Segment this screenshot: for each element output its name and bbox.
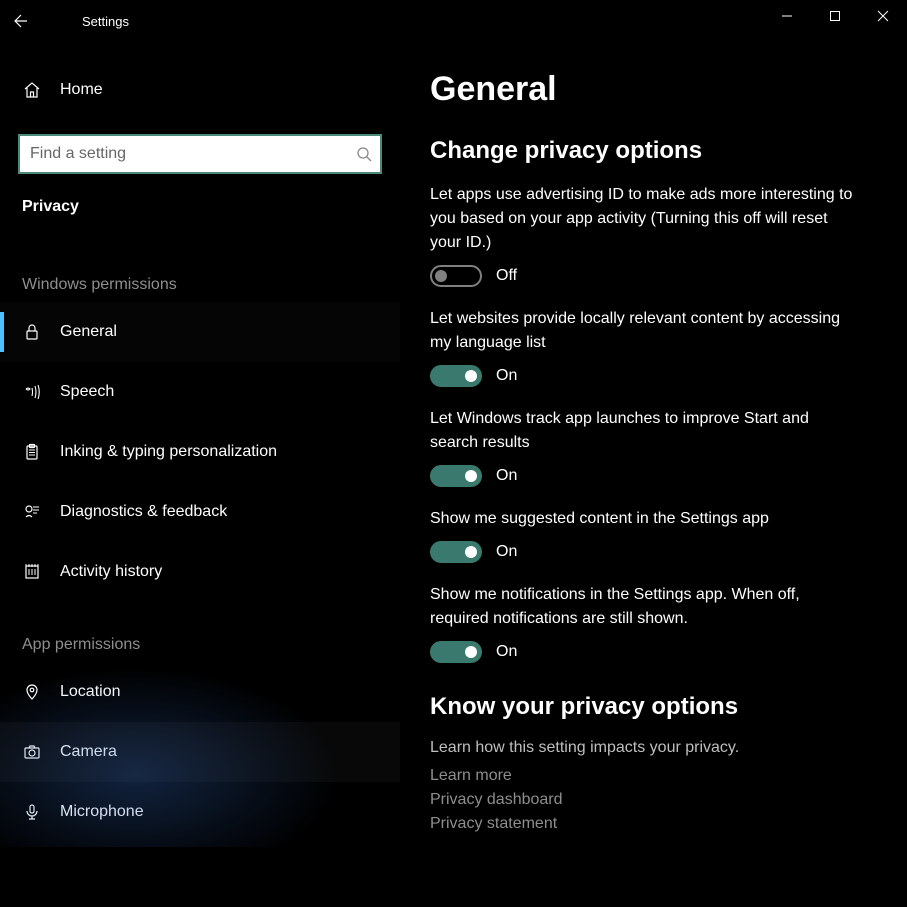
setting-language-list: Let websites provide locally relevant co… [430, 307, 877, 387]
toggle-notifications[interactable] [430, 641, 482, 663]
page-title: General [430, 70, 877, 109]
sidebar-item-inking[interactable]: Inking & typing personalization [0, 422, 400, 482]
setting-app-launches: Let Windows track app launches to improv… [430, 407, 877, 487]
know-subtext: Learn how this setting impacts your priv… [430, 739, 877, 757]
home-button[interactable]: Home [0, 60, 400, 120]
setting-notifications: Show me notifications in the Settings ap… [430, 583, 877, 663]
sidebar-item-diagnostics[interactable]: Diagnostics & feedback [0, 482, 400, 542]
setting-description: Show me suggested content in the Setting… [430, 507, 860, 531]
section-heading-know: Know your privacy options [430, 693, 877, 721]
toggle-state-label: On [496, 643, 517, 661]
section-heading-privacy: Change privacy options [430, 137, 877, 165]
titlebar: Settings [0, 0, 907, 42]
category-heading: Privacy [0, 188, 400, 236]
know-privacy-section: Know your privacy options Learn how this… [430, 693, 877, 833]
setting-description: Show me notifications in the Settings ap… [430, 583, 860, 631]
microphone-icon [22, 802, 42, 822]
link-learn-more[interactable]: Learn more [430, 767, 877, 785]
toggle-state-label: Off [496, 267, 517, 285]
sidebar-item-speech[interactable]: Speech [0, 362, 400, 422]
toggle-language-list[interactable] [430, 365, 482, 387]
maximize-icon [829, 10, 841, 22]
setting-description: Let apps use advertising ID to make ads … [430, 183, 860, 255]
group-app-permissions: App permissions [0, 626, 400, 662]
sidebar-item-microphone[interactable]: Microphone [0, 782, 400, 842]
toggle-state-label: On [496, 367, 517, 385]
feedback-icon [22, 502, 42, 522]
link-privacy-statement[interactable]: Privacy statement [430, 815, 877, 833]
search-icon [356, 146, 372, 162]
sidebar-item-location[interactable]: Location [0, 662, 400, 722]
sidebar-item-label: Inking & typing personalization [60, 443, 277, 461]
clipboard-icon [22, 442, 42, 462]
setting-description: Let websites provide locally relevant co… [430, 307, 860, 355]
arrow-left-icon [13, 13, 29, 29]
close-icon [877, 10, 889, 22]
sidebar-item-label: Microphone [60, 803, 144, 821]
activity-icon [22, 562, 42, 582]
back-button[interactable] [0, 0, 42, 42]
sidebar-item-general[interactable]: General [0, 302, 400, 362]
window-controls [763, 0, 907, 32]
content: General Change privacy options Let apps … [400, 42, 907, 907]
lock-icon [22, 322, 42, 342]
sidebar-item-label: General [60, 323, 117, 341]
sidebar-item-label: Activity history [60, 563, 162, 581]
toggle-advertising-id[interactable] [430, 265, 482, 287]
minimize-button[interactable] [763, 0, 811, 32]
link-privacy-dashboard[interactable]: Privacy dashboard [430, 791, 877, 809]
sidebar-item-label: Location [60, 683, 121, 701]
setting-advertising-id: Let apps use advertising ID to make ads … [430, 183, 877, 287]
window-title: Settings [82, 14, 129, 29]
body: Home Privacy Windows permissions General [0, 42, 907, 907]
sidebar: Home Privacy Windows permissions General [0, 42, 400, 907]
close-button[interactable] [859, 0, 907, 32]
toggle-suggested-content[interactable] [430, 541, 482, 563]
home-label: Home [60, 81, 103, 99]
speech-icon [22, 382, 42, 402]
minimize-icon [781, 10, 793, 22]
maximize-button[interactable] [811, 0, 859, 32]
setting-suggested-content: Show me suggested content in the Setting… [430, 507, 877, 563]
search-input[interactable] [18, 134, 382, 174]
sidebar-item-label: Camera [60, 743, 117, 761]
search-wrap [18, 134, 382, 174]
location-icon [22, 682, 42, 702]
group-windows-permissions: Windows permissions [0, 266, 400, 302]
sidebar-item-label: Diagnostics & feedback [60, 503, 227, 521]
settings-window: Settings Home [0, 0, 907, 907]
sidebar-item-label: Speech [60, 383, 114, 401]
sidebar-item-camera[interactable]: Camera [0, 722, 400, 782]
home-icon [22, 80, 42, 100]
toggle-app-launches[interactable] [430, 465, 482, 487]
toggle-state-label: On [496, 543, 517, 561]
setting-description: Let Windows track app launches to improv… [430, 407, 860, 455]
camera-icon [22, 742, 42, 762]
toggle-state-label: On [496, 467, 517, 485]
sidebar-item-activity[interactable]: Activity history [0, 542, 400, 602]
